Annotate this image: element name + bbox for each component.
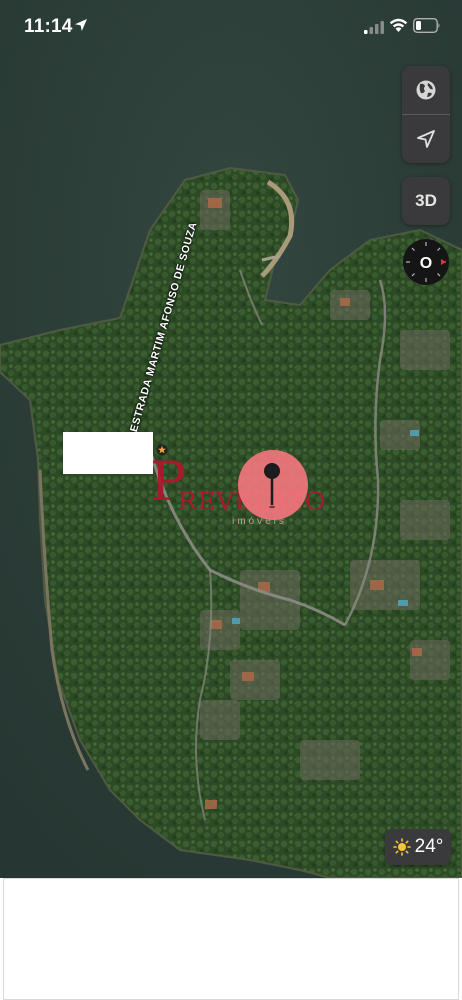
map-mode-button[interactable]: [402, 66, 450, 114]
location-arrow-icon: [417, 130, 435, 148]
redacted-label: [63, 432, 153, 474]
wifi-icon: [389, 18, 408, 32]
battery-low-icon: [413, 18, 440, 33]
bottom-sheet-placeholder: [3, 878, 459, 1000]
weather-temperature: 24°: [414, 836, 444, 857]
map-control-group: [402, 66, 450, 163]
three-d-button[interactable]: 3D: [402, 177, 450, 225]
satellite-map[interactable]: 11:14 3D O ESTRADA MARTIM AFONSO DE SOUZ…: [0, 0, 462, 878]
compass-label: O: [420, 255, 432, 272]
location-arrow-icon: [75, 19, 87, 31]
status-bar: 11:14: [0, 0, 462, 56]
locate-button[interactable]: [402, 115, 450, 163]
pin-icon: [264, 463, 280, 509]
globe-icon: [416, 80, 436, 100]
sun-icon: [392, 838, 411, 856]
cellular-signal-icon: [364, 21, 384, 34]
compass-icon[interactable]: O: [402, 238, 450, 286]
status-time: 11:14: [24, 16, 73, 37]
weather-badge[interactable]: 24°: [385, 829, 451, 865]
